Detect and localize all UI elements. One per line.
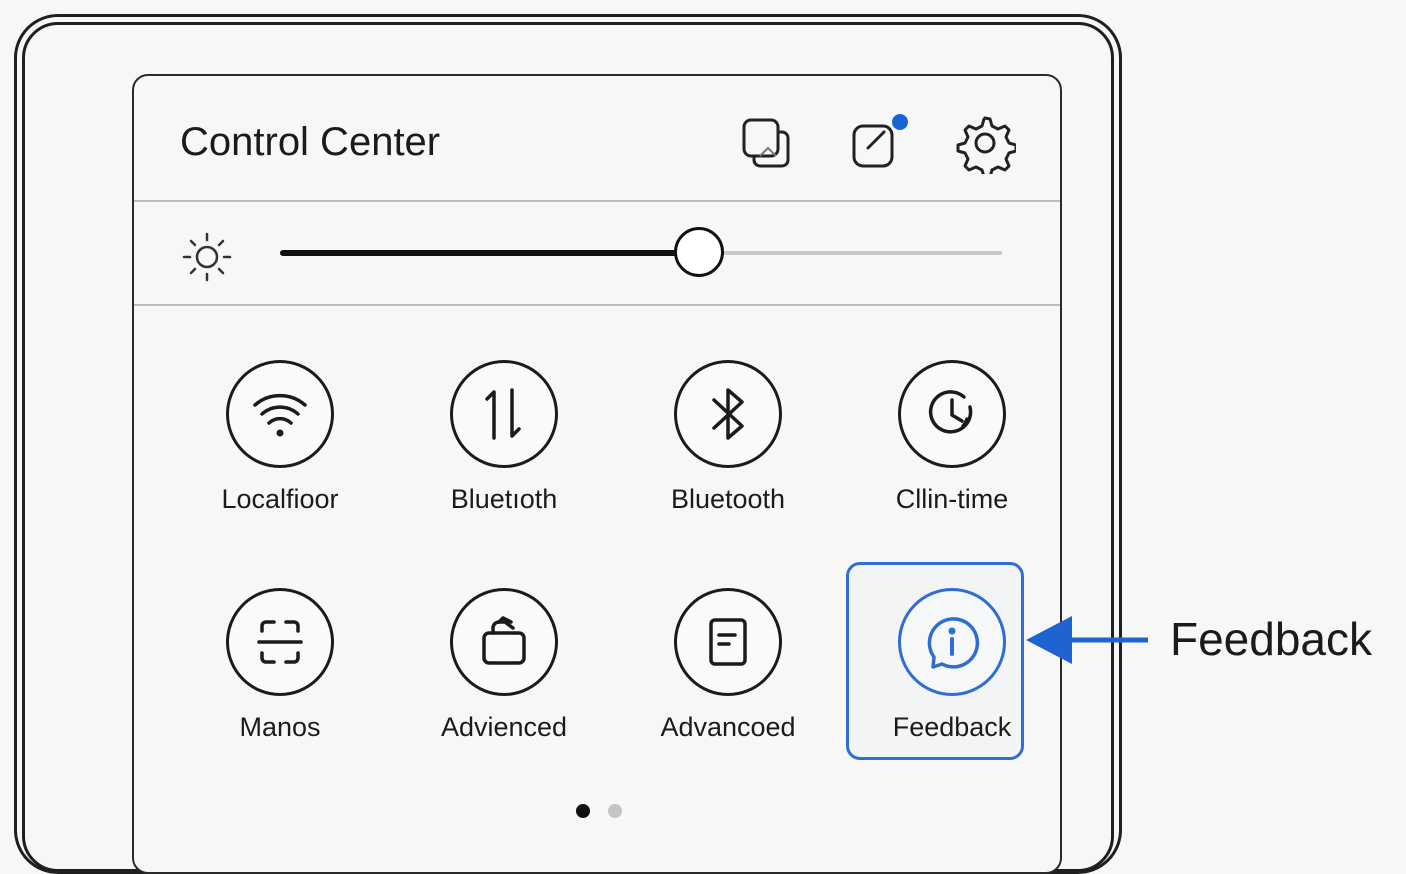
wifi-button[interactable] (226, 360, 334, 468)
bag-icon (482, 616, 526, 665)
edit-icon[interactable] (848, 112, 910, 174)
page-title: Control Center (180, 120, 441, 164)
bluetooth-button[interactable] (674, 360, 782, 468)
page-indicator (570, 800, 630, 820)
gear-icon[interactable] (954, 112, 1016, 174)
control-center-header: Control Center (134, 76, 1060, 202)
tile-label: Manos (239, 712, 321, 742)
tile-label: Localfioor (221, 484, 339, 514)
wifi-icon (253, 393, 307, 437)
tile-bluetooth[interactable]: Bluetooth (638, 308, 818, 514)
data-transfer-icon (485, 388, 521, 440)
tile-advancoed[interactable]: Advancoed (638, 536, 818, 742)
control-center-panel: Control Center Localfioor Bluetıoth Blue… (132, 74, 1062, 874)
screens-icon[interactable] (736, 112, 798, 174)
sun-icon (182, 232, 232, 282)
selected-tile-highlight (846, 562, 1024, 760)
brightness-slider-fill (280, 250, 699, 256)
tile-bluetioth[interactable]: Bluetıoth (414, 308, 594, 514)
data-transfer-button[interactable] (450, 360, 558, 468)
tile-localfioor[interactable]: Localfioor (190, 308, 370, 514)
bag-button[interactable] (450, 588, 558, 696)
document-button[interactable] (674, 588, 782, 696)
tile-cllin-time[interactable]: Cllin-time (862, 308, 1042, 514)
brightness-slider[interactable] (280, 227, 1002, 277)
brightness-slider-thumb[interactable] (673, 227, 724, 277)
tile-label: Bluetıoth (450, 484, 558, 514)
tile-label: Bluetooth (670, 484, 786, 514)
clock-button[interactable] (898, 360, 1006, 468)
notification-dot (892, 114, 908, 130)
tile-label: Cllin-time (895, 484, 1009, 514)
scan-icon (257, 620, 303, 664)
brightness-row (134, 202, 1060, 306)
clock-icon (928, 390, 973, 434)
callout-arrow-icon (1026, 616, 1148, 664)
page-dot-inactive[interactable] (608, 804, 622, 818)
tile-manos[interactable]: Manos (190, 536, 370, 742)
tile-label: Advienced (440, 712, 568, 742)
tile-advienced[interactable]: Advienced (414, 536, 594, 742)
tile-label: Advancoed (660, 712, 796, 742)
document-icon (709, 618, 747, 666)
callout-label: Feedback (1170, 613, 1373, 665)
page-dot-active[interactable] (576, 804, 590, 818)
bluetooth-icon (712, 388, 744, 440)
scan-button[interactable] (226, 588, 334, 696)
